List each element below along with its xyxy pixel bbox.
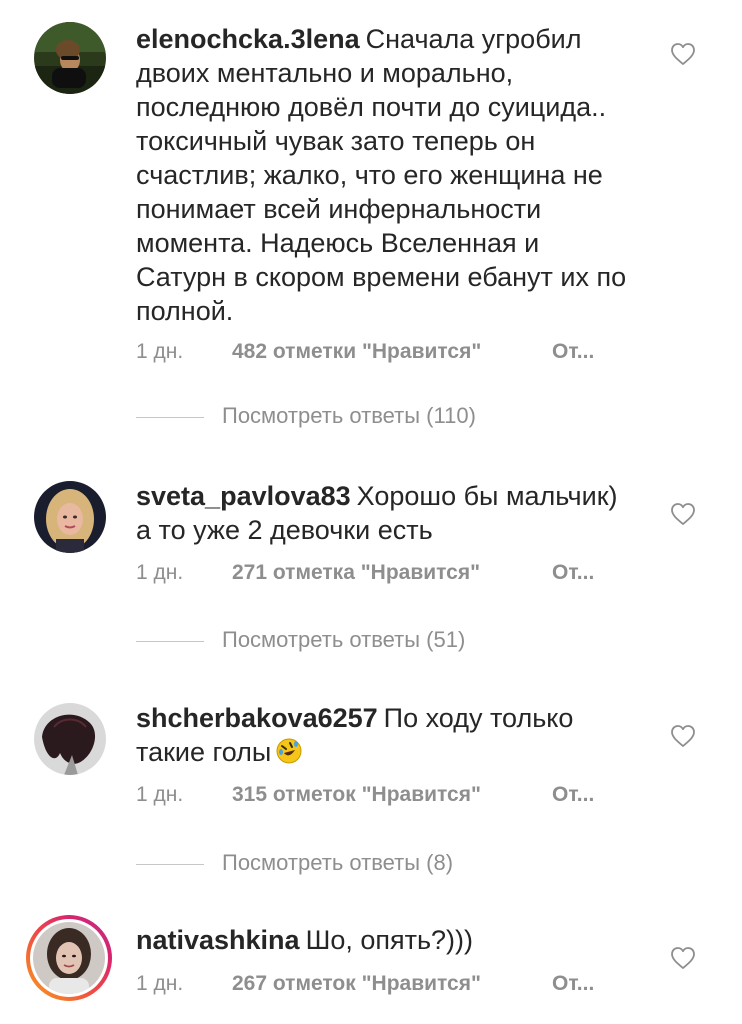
comment-text: nativashkina Шо, опять?))) xyxy=(136,923,636,957)
avatar[interactable] xyxy=(34,703,106,775)
comment-text: shcherbakova6257 По ходу только такие гол… xyxy=(136,701,636,769)
comment-username[interactable]: sveta_pavlova83 xyxy=(136,481,351,511)
comment-body: Сначала угробил двоих ментально и мораль… xyxy=(136,24,627,326)
view-replies-label: Посмотреть ответы (51) xyxy=(222,627,466,652)
reply-button[interactable]: От... xyxy=(552,783,594,807)
replies-divider xyxy=(136,417,204,418)
likes-count[interactable]: 315 отметок "Нравится" xyxy=(232,783,481,807)
comment-username[interactable]: shcherbakova6257 xyxy=(136,703,378,733)
heart-outline-icon[interactable] xyxy=(670,42,696,66)
comment-time: 1 дн. xyxy=(136,340,184,363)
avatar[interactable] xyxy=(34,22,106,94)
reply-button[interactable]: От... xyxy=(552,561,594,585)
heart-outline-icon[interactable] xyxy=(670,502,696,526)
comment-text: sveta_pavlova83 Хорошо бы мальчик) а то у… xyxy=(136,479,636,547)
heart-outline-icon[interactable] xyxy=(670,724,696,748)
replies-divider xyxy=(136,864,204,865)
comment-text: elenochcka.3lena Сначала угробил двоих ме… xyxy=(136,22,636,328)
rolling-on-floor-laughing-emoji xyxy=(276,738,302,764)
likes-count[interactable]: 267 отметок "Нравится" xyxy=(232,972,481,996)
comment-body: Шо, опять?))) xyxy=(305,925,474,955)
view-replies-label: Посмотреть ответы (8) xyxy=(222,850,454,875)
likes-count[interactable]: 271 отметка "Нравится" xyxy=(232,561,480,585)
replies-divider xyxy=(136,641,204,642)
comment-time: 1 дн. xyxy=(136,783,184,806)
comment-time: 1 дн. xyxy=(136,561,184,584)
heart-outline-icon[interactable] xyxy=(670,946,696,970)
comment-username[interactable]: elenochcka.3lena xyxy=(136,24,360,54)
comment-time: 1 дн. xyxy=(136,972,184,995)
likes-count[interactable]: 482 отметки "Нравится" xyxy=(232,340,481,364)
avatar[interactable] xyxy=(33,922,105,994)
avatar[interactable] xyxy=(34,481,106,553)
comment-username[interactable]: nativashkina xyxy=(136,925,300,955)
reply-button[interactable]: От... xyxy=(552,972,594,996)
view-replies-label: Посмотреть ответы (110) xyxy=(222,403,476,428)
reply-button[interactable]: От... xyxy=(552,340,594,364)
